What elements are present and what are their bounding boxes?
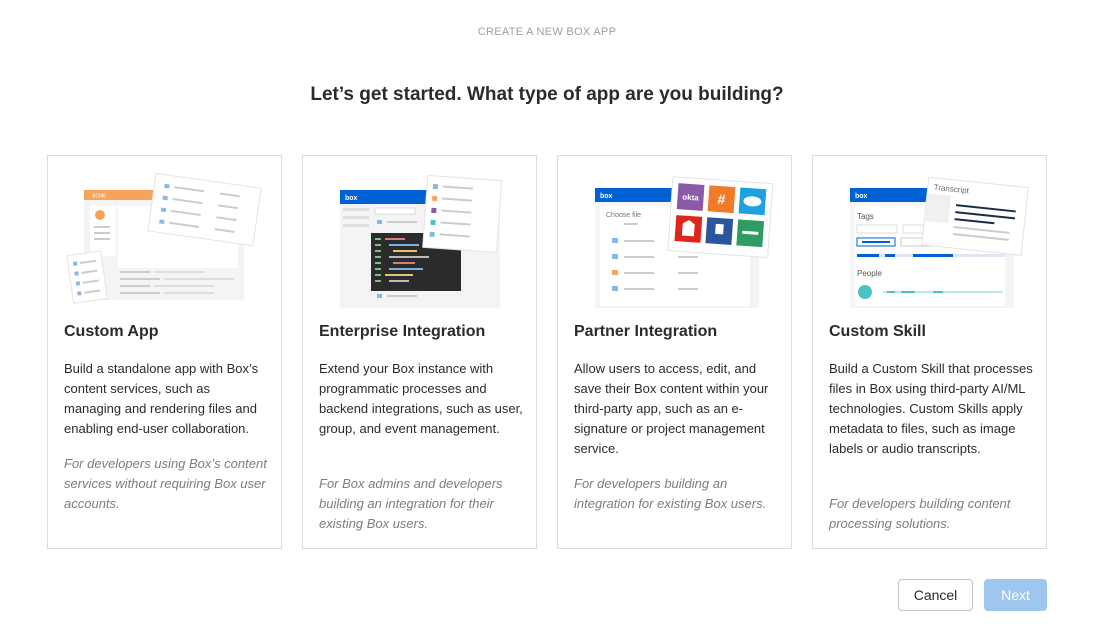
card-description: Extend your Box instance with programmat… bbox=[319, 361, 523, 436]
card-custom-app[interactable]: ACME Custom App Build a standalone app w… bbox=[47, 155, 282, 549]
card-title: Partner Integration bbox=[574, 323, 718, 340]
okta-label: okta bbox=[682, 192, 700, 202]
box-brand-label: box bbox=[345, 195, 358, 202]
card-audience: For developers building content processi… bbox=[829, 496, 1011, 531]
card-title: Enterprise Integration bbox=[319, 323, 486, 340]
acme-brand-label: ACME bbox=[92, 194, 107, 200]
cancel-button[interactable]: Cancel bbox=[898, 579, 973, 611]
card-description: Build a standalone app with Box’s conten… bbox=[64, 361, 259, 436]
card-audience: For Box admins and developers building a… bbox=[319, 476, 503, 531]
card-custom-skill[interactable]: box Tags People Transcript Custom Skill … bbox=[812, 155, 1047, 549]
people-label: People bbox=[857, 269, 882, 278]
card-description: Allow users to access, edit, and save th… bbox=[574, 361, 769, 456]
partner-integration-illustration: box Choose file okta # bbox=[558, 156, 791, 311]
card-title: Custom Skill bbox=[829, 323, 926, 340]
card-partner-integration[interactable]: box Choose file okta # Partner Integrati… bbox=[557, 155, 792, 549]
card-audience: For developers using Box’s content servi… bbox=[64, 456, 267, 511]
tags-label: Tags bbox=[857, 212, 874, 221]
page-title: Let’s get started. What type of app are … bbox=[310, 84, 784, 105]
card-description: Build a Custom Skill that processes file… bbox=[829, 361, 1033, 456]
card-audience: For developers building an integration f… bbox=[574, 476, 767, 511]
custom-app-illustration: ACME bbox=[48, 156, 281, 311]
choose-file-label: Choose file bbox=[606, 212, 641, 219]
custom-skill-illustration: box Tags People Transcript bbox=[813, 156, 1046, 311]
box-brand-label: box bbox=[600, 193, 613, 200]
card-enterprise-integration[interactable]: box Enterprise Integration Extend your B… bbox=[302, 155, 537, 549]
next-button[interactable]: Next bbox=[984, 579, 1047, 611]
app-type-cards: ACME Custom App Build a standalone app w… bbox=[47, 155, 1047, 549]
box-brand-label: box bbox=[855, 193, 868, 200]
enterprise-integration-illustration: box bbox=[303, 156, 536, 311]
card-title: Custom App bbox=[64, 323, 159, 340]
step-label: CREATE A NEW BOX APP bbox=[477, 26, 617, 38]
slack-label: # bbox=[717, 191, 726, 208]
